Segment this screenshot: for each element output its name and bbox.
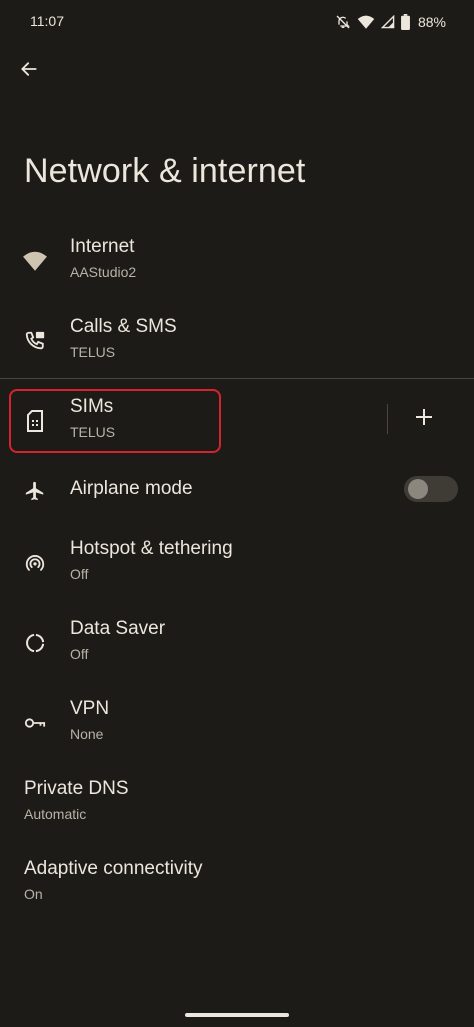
airplane-icon [22, 478, 48, 504]
internet-item[interactable]: Internet AAStudio2 [0, 222, 474, 302]
hotspot-icon [22, 550, 48, 576]
vpn-item[interactable]: VPN None [0, 684, 474, 764]
calls-sms-title: Calls & SMS [70, 316, 177, 337]
airplane-mode-item[interactable]: Airplane mode [0, 462, 474, 522]
sims-vertical-divider [387, 404, 388, 434]
data-saver-icon [22, 630, 48, 656]
wifi-icon [357, 14, 375, 30]
adaptive-connectivity-title: Adaptive connectivity [24, 858, 203, 879]
status-time: 11:07 [30, 13, 64, 29]
cell-signal-icon [380, 15, 395, 29]
adaptive-connectivity-item[interactable]: Adaptive connectivity On [0, 844, 474, 924]
toggle-knob [408, 479, 428, 499]
page-title: Network & internet [24, 152, 306, 190]
hotspot-tethering-item[interactable]: Hotspot & tethering Off [0, 524, 474, 604]
navigation-handle[interactable] [185, 1013, 289, 1017]
vpn-key-icon [22, 710, 48, 736]
calls-sms-subtitle: TELUS [70, 344, 116, 360]
calls-sms-item[interactable]: Calls & SMS TELUS [0, 302, 474, 382]
sims-highlight-box [9, 389, 221, 453]
wifi-icon [22, 248, 48, 274]
internet-title: Internet [70, 236, 135, 257]
internet-subtitle: AAStudio2 [70, 264, 137, 280]
battery-percentage: 88% [417, 14, 446, 30]
airplane-mode-title: Airplane mode [70, 478, 193, 499]
data-saver-item[interactable]: Data Saver Off [0, 604, 474, 684]
hotspot-tethering-title: Hotspot & tethering [70, 538, 233, 559]
private-dns-title: Private DNS [24, 778, 129, 799]
section-divider [0, 378, 474, 379]
data-saver-subtitle: Off [70, 646, 89, 662]
private-dns-item[interactable]: Private DNS Automatic [0, 764, 474, 844]
status-bar: 11:07 88% [0, 0, 474, 44]
add-sim-button[interactable] [405, 400, 443, 438]
plus-icon [414, 407, 434, 432]
arrow-back-icon [19, 59, 39, 84]
back-button[interactable] [12, 54, 46, 88]
hotspot-tethering-subtitle: Off [70, 566, 89, 582]
battery-icon [401, 14, 410, 30]
vpn-title: VPN [70, 698, 110, 719]
private-dns-subtitle: Automatic [24, 806, 87, 822]
silent-bell-icon [335, 14, 351, 30]
airplane-mode-toggle[interactable] [404, 476, 458, 502]
data-saver-title: Data Saver [70, 618, 166, 639]
status-icons: 88% [335, 12, 446, 32]
calls-sms-icon [22, 328, 48, 354]
adaptive-connectivity-subtitle: On [24, 886, 43, 902]
vpn-subtitle: None [70, 726, 104, 742]
